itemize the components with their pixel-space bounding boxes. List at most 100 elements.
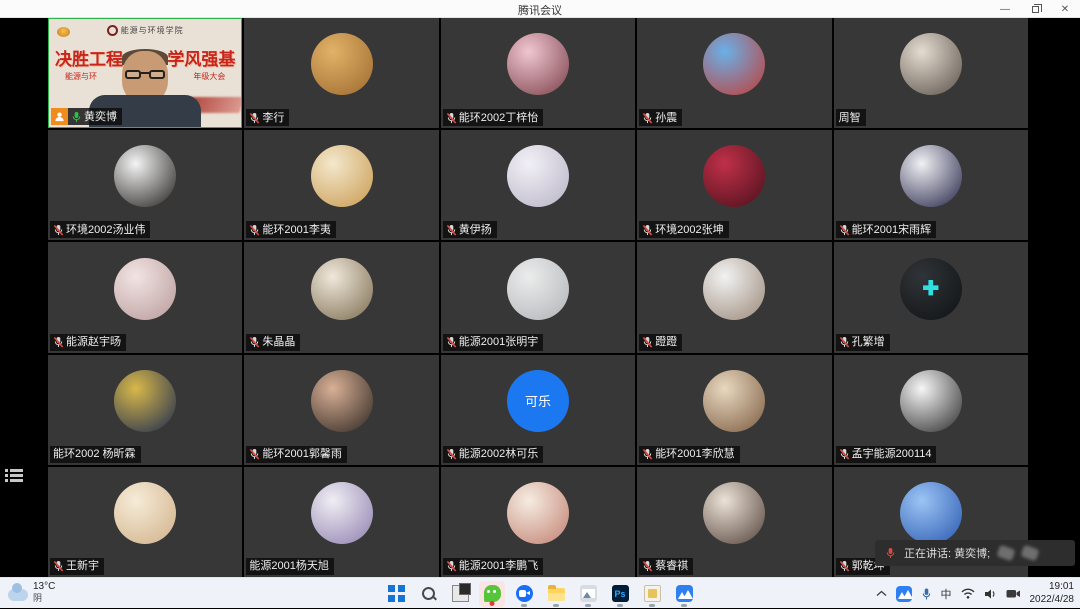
ime-indicator[interactable]: 中 — [941, 586, 952, 602]
tencent-meeting-icon — [516, 585, 533, 602]
participant-tile[interactable]: 能环2001李夷 — [244, 130, 438, 240]
participant-name: 黄奕博 — [84, 109, 117, 125]
restore-button[interactable] — [1020, 0, 1050, 18]
participant-tile[interactable]: 孟宇能源200114 — [834, 355, 1028, 465]
search-button[interactable] — [415, 581, 441, 607]
blue-mountain-app-icon[interactable] — [671, 581, 697, 607]
avatar — [507, 482, 569, 544]
participant-name: 能环2001宋雨辉 — [852, 222, 931, 238]
avatar-text: 可乐 — [525, 391, 551, 410]
participant-name: 能源赵宇旸 — [66, 334, 121, 350]
mic-status-icon — [839, 448, 850, 460]
participant-tile[interactable]: 孙震 — [637, 18, 831, 128]
notification-dot — [490, 601, 495, 606]
name-tag: 能源2001杨天旭 — [246, 558, 333, 575]
mic-status-icon — [642, 560, 653, 572]
avatar — [703, 482, 765, 544]
presenter-badge-icon — [51, 108, 68, 125]
weather-widget[interactable]: 13°C 阴 — [8, 581, 55, 603]
avatar — [507, 33, 569, 95]
minimize-button[interactable]: — — [990, 0, 1020, 18]
running-indicator — [521, 604, 527, 607]
participant-tile[interactable]: 能环2001郭馨雨 — [244, 355, 438, 465]
speaker-video-tile[interactable]: 能源与环境学院 决胜工程 学风强基 能源与环 年级大会 — [48, 18, 242, 128]
avatar — [311, 33, 373, 95]
participant-tile[interactable]: 能源2001张明宇 — [441, 242, 635, 352]
participant-tile[interactable]: 可乐 能源2002林可乐 — [441, 355, 635, 465]
volume-icon[interactable] — [984, 588, 997, 600]
start-button[interactable] — [383, 581, 409, 607]
participant-tile[interactable]: 李行 — [244, 18, 438, 128]
participant-tile[interactable]: 环境2002张坤 — [637, 130, 831, 240]
participant-name: 能环2001李欣慧 — [655, 446, 734, 462]
participant-name: 孙震 — [655, 110, 677, 126]
tray-date: 2022/4/28 — [1030, 594, 1075, 607]
name-tag: 蹬蹬 — [639, 334, 682, 351]
window-controls: — ✕ — [990, 0, 1080, 18]
participant-name: 蹬蹬 — [655, 334, 677, 350]
taskbar: 13°C 阴 Ps 中 19:01 2022/4/28 — [0, 577, 1080, 608]
tray-blue-mountain-app-icon[interactable] — [896, 586, 912, 602]
hidden-icons-chevron[interactable] — [876, 590, 887, 597]
clock-widget[interactable]: 19:01 2022/4/28 — [1030, 581, 1075, 606]
mic-status-icon — [71, 111, 82, 123]
participant-tile[interactable]: 能环2002 杨昕霖 — [48, 355, 242, 465]
participant-tile[interactable]: 环境2002汤业伟 — [48, 130, 242, 240]
running-indicator — [585, 604, 591, 607]
microphone-tray-icon[interactable] — [921, 587, 932, 601]
camera-in-use-icon[interactable] — [1006, 588, 1021, 599]
participant-tile[interactable]: 能源2001杨天旭 — [244, 467, 438, 577]
wifi-icon[interactable] — [961, 588, 975, 599]
mic-status-icon — [839, 560, 850, 572]
member-list-toggle[interactable] — [5, 469, 23, 485]
file-explorer-icon — [548, 588, 565, 601]
participant-tile[interactable]: 蹬蹬 — [637, 242, 831, 352]
participant-tile[interactable]: 朱晶晶 — [244, 242, 438, 352]
name-tag: 孙震 — [639, 109, 682, 126]
task-view-icon — [452, 585, 469, 602]
window-titlebar: 腾讯会议 — ✕ — [0, 0, 1080, 18]
close-button[interactable]: ✕ — [1050, 0, 1080, 18]
avatar — [311, 482, 373, 544]
whiteboard-app-icon[interactable] — [639, 581, 665, 607]
mic-status-icon — [642, 112, 653, 124]
avatar: 可乐 — [507, 370, 569, 432]
start-button — [388, 585, 405, 602]
mic-status-icon — [642, 224, 653, 236]
name-tag: 王新宇 — [50, 558, 104, 575]
participant-name: 环境2002张坤 — [655, 222, 723, 238]
participant-tile[interactable]: 王新宇 — [48, 467, 242, 577]
participant-tile[interactable]: 能环2001李欣慧 — [637, 355, 831, 465]
participant-tile[interactable]: ✚ 孔繁增 — [834, 242, 1028, 352]
participant-tile[interactable]: 周智 — [834, 18, 1028, 128]
avatar — [507, 145, 569, 207]
name-tag: 能环2001郭馨雨 — [246, 446, 346, 463]
participant-tile[interactable]: 蔡睿祺 — [637, 467, 831, 577]
avatar — [507, 258, 569, 320]
mic-status-icon — [446, 112, 457, 124]
task-view-icon[interactable] — [447, 581, 473, 607]
system-tray: 中 19:01 2022/4/28 — [876, 578, 1075, 609]
photoshop-icon[interactable]: Ps — [607, 581, 633, 607]
name-tag: 周智 — [836, 109, 866, 126]
mic-status-icon — [53, 224, 64, 236]
search-button — [420, 585, 437, 602]
name-tag: 能环2002 杨昕霖 — [50, 446, 141, 463]
mic-status-icon — [249, 224, 260, 236]
participant-tile[interactable]: 能源2001李鹏飞 — [441, 467, 635, 577]
photos-app-icon[interactable] — [575, 581, 601, 607]
taskbar-app-icons: Ps — [383, 578, 697, 609]
avatar — [900, 482, 962, 544]
speaking-mic-icon — [885, 547, 896, 559]
list-icon — [5, 469, 23, 472]
participant-tile[interactable]: 能环2002丁梓怡 — [441, 18, 635, 128]
participant-tile[interactable]: 能源赵宇旸 — [48, 242, 242, 352]
tencent-meeting-icon[interactable] — [511, 581, 537, 607]
wechat-icon[interactable] — [479, 581, 505, 607]
mic-status-icon — [249, 448, 260, 460]
participant-tile[interactable]: 黄伊扬 — [441, 130, 635, 240]
avatar — [703, 370, 765, 432]
name-tag: 李行 — [246, 109, 289, 126]
file-explorer-icon[interactable] — [543, 581, 569, 607]
participant-tile[interactable]: 能环2001宋雨辉 — [834, 130, 1028, 240]
